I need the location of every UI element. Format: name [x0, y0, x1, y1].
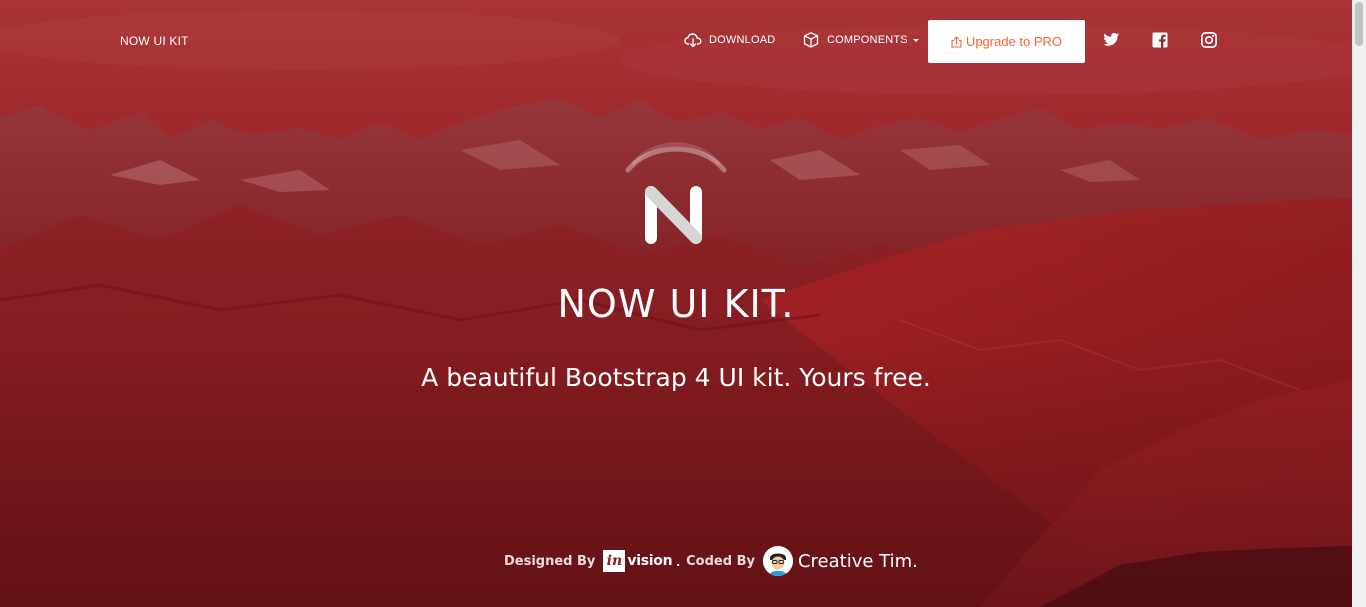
- instagram-icon[interactable]: [1200, 31, 1218, 49]
- invision-logo[interactable]: in vision: [603, 550, 673, 572]
- box-icon: [802, 31, 820, 49]
- upgrade-to-pro-button[interactable]: Upgrade to PRO: [928, 20, 1085, 63]
- now-ui-logo-icon: [625, 142, 727, 244]
- invision-mark: in: [603, 550, 626, 572]
- nav-components-dropdown[interactable]: COMPONENTS: [802, 31, 919, 49]
- scrollbar-thumb[interactable]: [1355, 2, 1363, 46]
- credits-bar: Designed By in vision . Coded By Creativ…: [504, 545, 918, 577]
- hero-subtitle: A beautiful Bootstrap 4 UI kit. Yours fr…: [421, 363, 931, 392]
- creative-tim-wordmark: Creative Tim: [797, 550, 913, 572]
- nav-download-label: DOWNLOAD: [709, 34, 776, 46]
- cloud-download-icon: [684, 31, 702, 49]
- creative-tim-dot: .: [912, 550, 918, 572]
- brand-link[interactable]: NOW UI KIT: [120, 34, 189, 48]
- coded-by-label: Coded By: [686, 553, 755, 569]
- invision-wordmark: vision: [627, 553, 673, 569]
- twitter-icon[interactable]: [1102, 31, 1120, 49]
- upload-icon: [951, 35, 962, 48]
- creative-tim-logo[interactable]: Creative Tim .: [762, 546, 918, 576]
- navbar: NOW UI KIT DOWNLOAD COMPONENTS Upgrade t…: [0, 0, 1352, 84]
- page-scrollbar[interactable]: [1352, 0, 1366, 607]
- designed-by-label: Designed By: [504, 553, 596, 569]
- credits-separator: .: [676, 553, 681, 569]
- nav-download-link[interactable]: DOWNLOAD: [684, 31, 775, 49]
- facebook-icon[interactable]: [1151, 31, 1169, 49]
- creative-tim-avatar-icon: [762, 546, 793, 576]
- chevron-down-icon: [912, 39, 919, 42]
- nav-components-label: COMPONENTS: [827, 34, 908, 46]
- upgrade-label: Upgrade to PRO: [965, 34, 1063, 49]
- landing-page: NOW UI KIT DOWNLOAD COMPONENTS Upgrade t…: [0, 0, 1366, 607]
- hero-title: NOW UI KIT.: [557, 282, 795, 326]
